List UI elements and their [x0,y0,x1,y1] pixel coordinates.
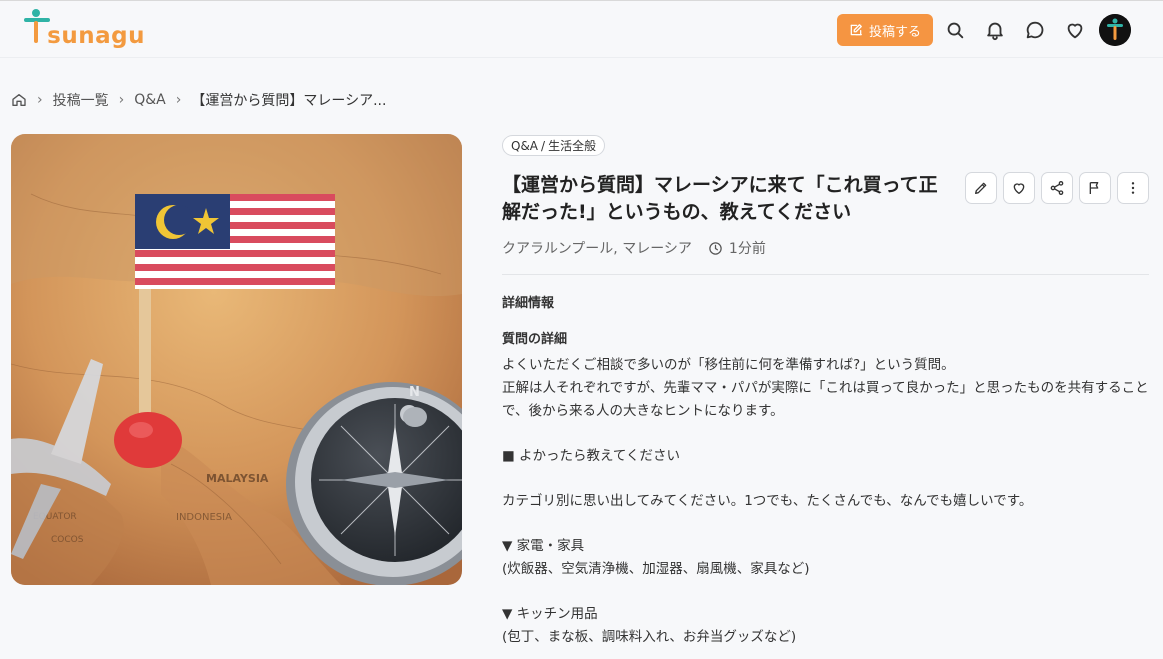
body-paragraph: ■ よかったら教えてください [502,448,680,464]
search-icon[interactable] [944,19,966,41]
svg-text:N: N [409,385,420,400]
category-tag-slash: / [541,138,546,153]
category-tag[interactable]: Q&A / 生活全般 [502,135,606,156]
post-location: クアラルンプール, マレーシア [502,241,692,257]
logo-text: Tsunagu [47,23,145,49]
question-body: よくいただくご相談で多いのが「移住前に何を準備すれば?」という質問。 正解は人そ… [502,354,1152,649]
avatar-logo-icon [1099,14,1131,46]
question-heading: 質問の詳細 [502,332,568,347]
post-title: 【運営から質問】マレーシアに来て「これ買って正解だった!」というもの、教えてくだ… [502,174,938,223]
chevron-right-icon: › [118,92,125,108]
heart-icon[interactable] [1064,19,1086,41]
home-icon[interactable] [11,92,27,108]
body-paragraph: ▼ キッチン用品 (包丁、まな板、調味料入れ、お弁当グッズなど) [502,606,797,645]
category-tag-main: Q&A [511,138,539,153]
clock-icon [709,241,722,255]
body-paragraph: ▼ 家電・家具 (炊飯器、空気清浄機、加湿器、扇風機、家具など) [502,538,810,577]
breadcrumb-current: 【運営から質問】マレーシア... [191,93,387,109]
logo-stem [34,21,38,43]
post-meta: クアラルンプール, マレーシア 1分前 [502,238,766,258]
malaysia-flag-map-illustration: MALAYSIA INDONESIA EQUATOR COCOS N [11,134,462,585]
edit-icon [850,24,862,36]
post-time: 1分前 [708,238,766,258]
chevron-right-icon: › [37,92,43,108]
post-image: MALAYSIA INDONESIA EQUATOR COCOS N [11,134,462,585]
breadcrumb-posts-link[interactable]: 投稿一覧 [53,90,109,110]
chat-icon[interactable] [1024,19,1046,41]
svg-text:COCOS: COCOS [51,535,84,545]
body-paragraph: よくいただくご相談で多いのが「移住前に何を準備すれば?」という質問。 正解は人そ… [502,357,1149,419]
body-paragraph: カテゴリ別に思い出してみてください。1つでも、たくさんでも、なんでも嬉しいです。 [502,493,1033,509]
post-time-label: 1分前 [728,241,766,257]
category-tag-sub: 生活全般 [548,139,597,153]
divider [502,274,1149,275]
more-vertical-icon [1131,182,1135,194]
share-icon [1050,181,1064,195]
post-actions [965,172,1149,204]
logo-dot [32,9,40,17]
tsunagu-logo[interactable]: Tsunagu [22,9,146,51]
chevron-right-icon: › [175,92,182,108]
breadcrumb: › 投稿一覧 › Q&A › 【運営から質問】マレーシア... [11,90,386,110]
post-button-label: 投稿する [868,24,921,40]
pencil-icon [975,182,987,194]
post-button[interactable]: 投稿する [837,14,933,46]
svg-text:MALAYSIA: MALAYSIA [206,472,269,485]
share-button[interactable] [1041,172,1073,204]
more-button[interactable] [1117,172,1149,204]
edit-button[interactable] [965,172,997,204]
details-heading: 詳細情報 [502,296,555,311]
heart-icon [1013,183,1025,194]
report-button[interactable] [1079,172,1111,204]
bell-icon[interactable] [984,19,1006,41]
avatar[interactable] [1099,14,1131,46]
breadcrumb-qa-link[interactable]: Q&A [134,92,166,108]
like-button[interactable] [1003,172,1035,204]
flag-icon [1089,182,1099,194]
top-header: Tsunagu 投稿する [0,0,1163,58]
svg-text:INDONESIA: INDONESIA [176,512,232,523]
